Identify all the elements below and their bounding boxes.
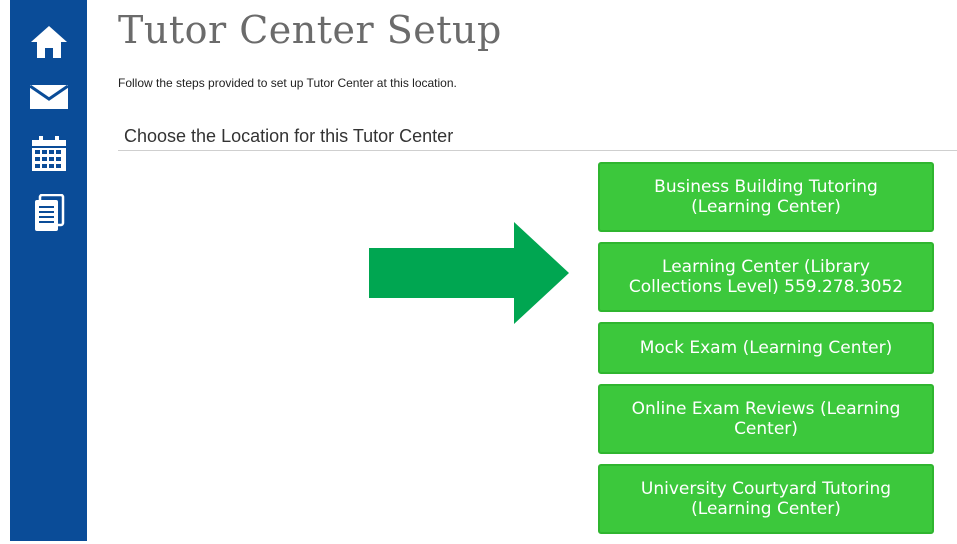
location-button-label: Online Exam Reviews (Learning Center) xyxy=(631,399,901,439)
calendar-button[interactable] xyxy=(10,134,87,174)
documents-icon xyxy=(34,194,64,231)
location-button-label: Learning Center (Library Collections Lev… xyxy=(628,257,904,297)
location-button-business-building[interactable]: Business Building Tutoring (Learning Cen… xyxy=(598,162,934,232)
home-button[interactable] xyxy=(10,22,87,62)
page-title: Tutor Center Setup xyxy=(118,8,502,52)
location-button-label: University Courtyard Tutoring (Learning … xyxy=(640,479,892,519)
sidebar-nav xyxy=(10,0,87,541)
location-button-university-courtyard[interactable]: University Courtyard Tutoring (Learning … xyxy=(598,464,934,534)
section-heading: Choose the Location for this Tutor Cente… xyxy=(124,126,454,146)
location-button-mock-exam[interactable]: Mock Exam (Learning Center) xyxy=(598,322,934,374)
section-divider xyxy=(118,150,957,151)
location-list: Business Building Tutoring (Learning Cen… xyxy=(598,162,934,544)
documents-button[interactable] xyxy=(10,193,87,233)
mail-icon xyxy=(28,84,69,109)
location-button-label: Business Building Tutoring (Learning Cen… xyxy=(654,177,878,217)
location-button-online-exam-reviews[interactable]: Online Exam Reviews (Learning Center) xyxy=(598,384,934,454)
location-button-label: Mock Exam (Learning Center) xyxy=(639,338,893,358)
calendar-icon xyxy=(31,136,66,171)
location-button-learning-center-library[interactable]: Learning Center (Library Collections Lev… xyxy=(598,242,934,312)
page-subtitle: Follow the steps provided to set up Tuto… xyxy=(118,76,457,90)
right-arrow-icon xyxy=(369,222,569,324)
home-icon xyxy=(30,26,67,58)
mail-button[interactable] xyxy=(10,77,87,117)
